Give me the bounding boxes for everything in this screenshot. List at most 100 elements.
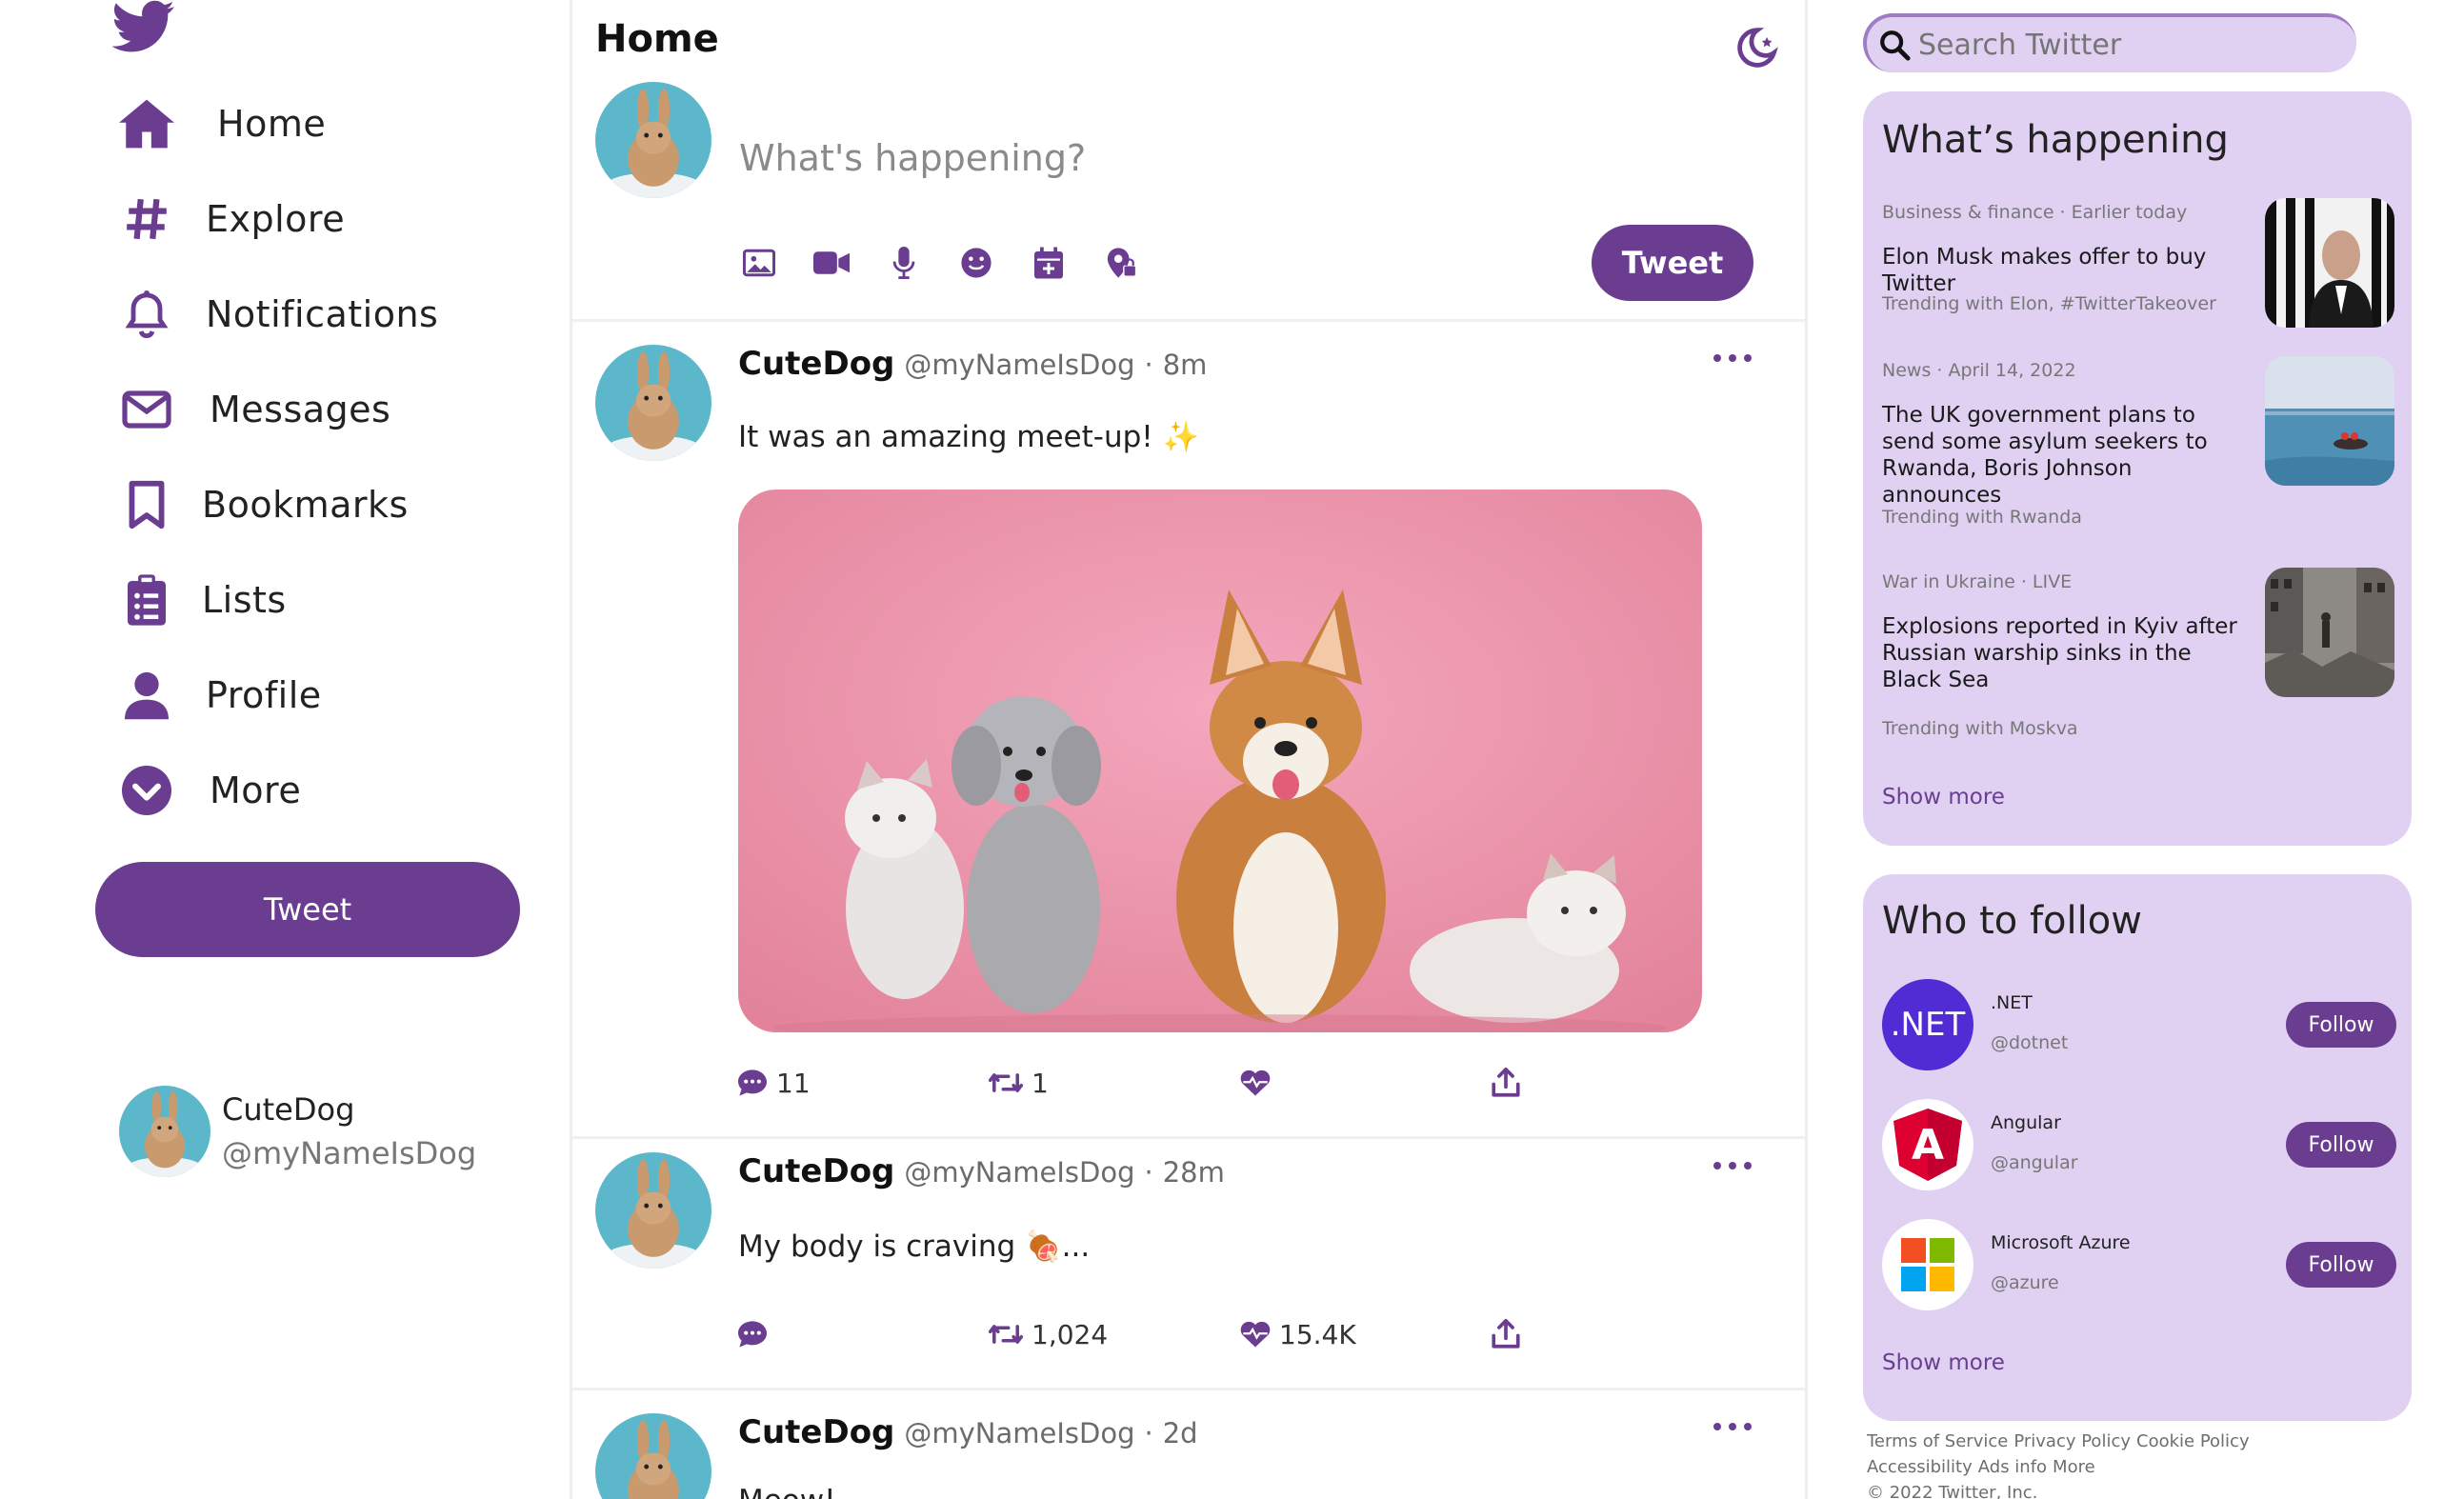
follow-suggestion[interactable]: Microsoft Azure @azure Follow: [1882, 1219, 2396, 1314]
follow-suggestion[interactable]: .NET .NET @dotnet Follow: [1882, 979, 2396, 1074]
avatar: [595, 82, 711, 198]
follow-name: Angular: [1991, 1112, 2061, 1133]
user-icon: [114, 663, 179, 728]
microsoft-logo: [1882, 1219, 1973, 1310]
nav-explore-label: Explore: [206, 198, 346, 240]
heart-pulse-icon: [1240, 1069, 1271, 1096]
share-action[interactable]: [1491, 1067, 1742, 1099]
comment-icon: [738, 1321, 767, 1348]
heart-pulse-icon: [1240, 1321, 1271, 1348]
tweet-button[interactable]: Tweet: [95, 862, 520, 957]
bookmark-icon: [114, 472, 179, 537]
trend-related: Trending with Rwanda: [1882, 507, 2082, 528]
tweet-author-handle[interactable]: @myNameIsDog: [904, 1417, 1134, 1449]
nav-more[interactable]: More: [114, 752, 301, 829]
like-count: 15.4K: [1279, 1318, 1356, 1350]
tweet[interactable]: CuteDog @myNameIsDog · 8m It was an amaz…: [572, 324, 1805, 1139]
footer-link[interactable]: Terms of Service: [1867, 1431, 2008, 1451]
microphone-icon[interactable]: [881, 240, 927, 286]
nav-more-label: More: [210, 769, 302, 811]
follow-button[interactable]: Follow: [2286, 1002, 2396, 1048]
footer-link[interactable]: Accessibility: [1867, 1457, 1973, 1477]
tweet-author-handle[interactable]: @myNameIsDog: [904, 349, 1134, 381]
account-handle: @myNameIsDog: [222, 1135, 477, 1171]
trend-item[interactable]: War in Ukraine · LIVE Explosions reporte…: [1882, 568, 2396, 739]
tweet-author-name[interactable]: CuteDog: [738, 1152, 894, 1190]
tweet-header: CuteDog @myNameIsDog · 8m: [738, 345, 1207, 383]
show-more-link[interactable]: Show more: [1882, 1350, 2005, 1375]
image-icon[interactable]: [736, 240, 782, 286]
like-action[interactable]: [1239, 1067, 1491, 1099]
envelope-icon: [114, 377, 179, 442]
angular-logo: A: [1882, 1099, 1973, 1190]
follow-suggestion[interactable]: A Angular @angular Follow: [1882, 1099, 2396, 1194]
twitter-bird-icon[interactable]: [111, 0, 175, 53]
retweet-action[interactable]: 1: [988, 1067, 1239, 1099]
reply-action[interactable]: [736, 1318, 988, 1350]
more-options-icon[interactable]: [1713, 349, 1752, 368]
share-action[interactable]: [1491, 1318, 1742, 1350]
tweet-image[interactable]: [738, 490, 1702, 1032]
chevron-circle-icon: [114, 758, 179, 823]
follow-button[interactable]: Follow: [2286, 1242, 2396, 1288]
location-icon[interactable]: [1098, 240, 1144, 286]
footer-link[interactable]: Ads info: [1978, 1457, 2047, 1477]
search-input[interactable]: [1918, 28, 2337, 62]
more-options-icon[interactable]: [1713, 1417, 1752, 1436]
who-to-follow-panel: Who to follow .NET .NET @dotnet Follow A…: [1863, 874, 2412, 1421]
tweet-author-handle[interactable]: @myNameIsDog: [904, 1156, 1134, 1189]
calendar-icon[interactable]: [1026, 240, 1072, 286]
nav-profile[interactable]: Profile: [114, 657, 322, 733]
reply-action[interactable]: 11: [736, 1067, 988, 1099]
compose-tweet-button[interactable]: Tweet: [1592, 225, 1753, 301]
left-sidebar: Home Explore Notifications Messages Book…: [0, 0, 571, 1499]
nav-bookmarks[interactable]: Bookmarks: [114, 467, 409, 543]
nav-messages[interactable]: Messages: [114, 371, 391, 448]
avatar[interactable]: [595, 345, 711, 461]
more-options-icon[interactable]: [1713, 1156, 1752, 1175]
trend-item[interactable]: News · April 14, 2022 The UK government …: [1882, 356, 2396, 541]
nav-bookmarks-label: Bookmarks: [202, 484, 409, 526]
tweet-timestamp[interactable]: 8m: [1163, 349, 1208, 381]
show-more-link[interactable]: Show more: [1882, 785, 2005, 809]
nav-notifications[interactable]: Notifications: [114, 276, 438, 352]
trend-item[interactable]: Business & finance · Earlier today Elon …: [1882, 198, 2396, 345]
nav-explore[interactable]: Explore: [114, 181, 345, 257]
right-sidebar: What’s happening Business & finance · Ea…: [1857, 0, 2464, 1499]
like-action[interactable]: 15.4K: [1239, 1318, 1491, 1350]
retweet-action[interactable]: 1,024: [988, 1318, 1239, 1350]
video-icon[interactable]: [809, 240, 854, 286]
nav-home[interactable]: Home: [114, 86, 326, 162]
avatar[interactable]: [595, 1413, 711, 1499]
tweet[interactable]: CuteDog @myNameIsDog · 2d Meow!: [572, 1390, 1805, 1499]
nav-home-label: Home: [217, 103, 327, 145]
moon-star-icon[interactable]: [1736, 27, 1778, 69]
clipboard-list-icon: [114, 568, 179, 632]
footer-link[interactable]: Cookie Policy: [2136, 1431, 2250, 1451]
tweet-author-name[interactable]: CuteDog: [738, 345, 894, 383]
search-bar[interactable]: [1863, 13, 2356, 72]
follow-button[interactable]: Follow: [2286, 1122, 2396, 1168]
page-title: Home: [595, 17, 719, 61]
footer: Terms of Service Privacy Policy Cookie Pol…: [1867, 1429, 2400, 1499]
tweet-timestamp[interactable]: 2d: [1163, 1417, 1198, 1449]
follow-name: .NET: [1991, 992, 2033, 1013]
nav-lists[interactable]: Lists: [114, 562, 287, 638]
tweet-timestamp[interactable]: 28m: [1163, 1156, 1225, 1189]
footer-link[interactable]: More: [2053, 1457, 2095, 1477]
avatar[interactable]: [595, 1152, 711, 1269]
tweet[interactable]: CuteDog @myNameIsDog · 28m My body is cr…: [572, 1139, 1805, 1390]
tweet-author-name[interactable]: CuteDog: [738, 1413, 894, 1451]
account-switcher[interactable]: CuteDog @myNameIsDog: [119, 1086, 476, 1177]
nav-profile-label: Profile: [206, 674, 322, 716]
trend-related: Trending with Moskva: [1882, 718, 2078, 739]
emoji-icon[interactable]: [953, 240, 999, 286]
footer-link[interactable]: Privacy Policy: [2013, 1431, 2131, 1451]
main-feed: Home What's happening? Tweet CuteDog @my…: [570, 0, 1808, 1499]
nav-notifications-label: Notifications: [206, 293, 439, 335]
copyright: © 2022 Twitter, Inc.: [1867, 1483, 2038, 1499]
nav-lists-label: Lists: [202, 579, 287, 621]
retweet-icon: [988, 1073, 1024, 1092]
retweet-count: 1,024: [1032, 1318, 1109, 1350]
compose-input[interactable]: [739, 120, 1653, 196]
